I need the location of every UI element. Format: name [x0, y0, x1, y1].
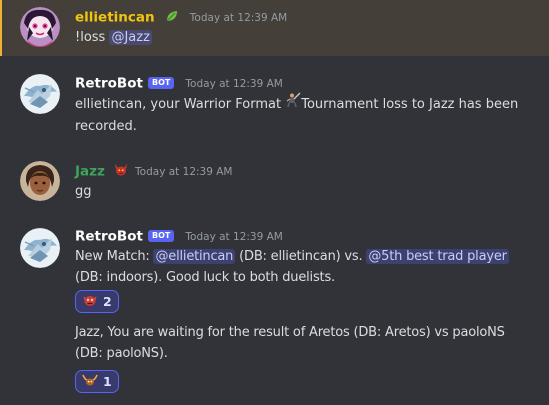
- message-text-part: (DB: indoors). Good luck to both duelist…: [75, 270, 335, 285]
- avatar-retrobot-image: [20, 74, 60, 114]
- message-text-prefix: !loss: [75, 30, 106, 45]
- message-header: RetroBot BOT Today at 12:39 AM: [75, 225, 541, 247]
- message-ellietincan[interactable]: ellietincan Today at 12:39 AM !loss @Jaz…: [0, 0, 549, 56]
- mention-ellietincan[interactable]: @ellietincan: [153, 249, 236, 264]
- timestamp: Today at 12:39 AM: [189, 11, 288, 24]
- reaction-count: 2: [103, 294, 112, 309]
- timestamp: Today at 12:39 AM: [185, 230, 283, 243]
- username-jazz[interactable]: Jazz: [75, 164, 105, 180]
- username-ellietincan[interactable]: ellietincan: [75, 10, 155, 26]
- avatar-retrobot-image: [20, 228, 60, 268]
- message-retrobot-continuation[interactable]: Jazz, You are waiting for the result of …: [0, 322, 549, 400]
- avatar-jazz[interactable]: [20, 161, 60, 201]
- reaction-button[interactable]: 1: [75, 370, 119, 393]
- username-retrobot[interactable]: RetroBot: [75, 76, 143, 92]
- horned-creature-emoji: [82, 372, 98, 392]
- message-text-part: recorded.: [75, 119, 137, 134]
- timestamp: Today at 12:39 AM: [135, 165, 233, 178]
- message-text-part: Jazz, You are waiting for the result of …: [75, 325, 505, 340]
- leaf-icon: [165, 7, 179, 29]
- message-text-part: (DB: ellietincan) vs.: [239, 249, 363, 264]
- red-creature-icon: [113, 161, 129, 183]
- chat-log: ellietincan Today at 12:39 AM !loss @Jaz…: [0, 0, 549, 405]
- message-text: Jazz, You are waiting for the result of …: [75, 322, 541, 364]
- avatar-ellietincan-image: [20, 7, 60, 47]
- message-header: RetroBot BOT Today at 12:39 AM: [75, 72, 541, 94]
- avatar-retrobot[interactable]: [20, 74, 60, 114]
- message-retrobot-2[interactable]: RetroBot BOT Today at 12:39 AM New Match:…: [0, 220, 549, 320]
- red-monster-emoji: [82, 292, 98, 312]
- message-text: gg: [75, 184, 92, 199]
- message-text-part: New Match:: [75, 249, 150, 264]
- message-text-part: Tournament loss to Jazz has been: [301, 97, 519, 112]
- message-header: ellietincan Today at 12:39 AM: [75, 6, 541, 28]
- mention-5th-best-trad-player[interactable]: @5th best trad player: [366, 249, 509, 264]
- username-retrobot[interactable]: RetroBot: [75, 229, 143, 245]
- bot-tag: BOT: [147, 76, 175, 89]
- message-retrobot-1[interactable]: RetroBot BOT Today at 12:39 AM ellietinca…: [0, 66, 549, 146]
- message-text: ellietincan, your Warrior Format Tournam…: [75, 92, 541, 137]
- reaction-count: 1: [103, 374, 112, 389]
- message-text-part: ellietincan, your Warrior Format: [75, 97, 282, 112]
- timestamp: Today at 12:39 AM: [185, 77, 283, 90]
- avatar-ellietincan[interactable]: [20, 7, 60, 47]
- message-jazz[interactable]: Jazz Today at 12:39 AM gg: [0, 154, 549, 206]
- bot-tag: BOT: [147, 229, 175, 242]
- message-text-part: (DB: paoloNS).: [75, 346, 168, 361]
- message-header: Jazz Today at 12:39 AM: [75, 160, 541, 182]
- avatar-jazz-image: [20, 161, 60, 201]
- mention-jazz[interactable]: @Jazz: [109, 30, 152, 45]
- reaction-button[interactable]: 2: [75, 290, 119, 313]
- message-text: !loss @Jazz: [75, 27, 541, 48]
- avatar-retrobot[interactable]: [20, 228, 60, 268]
- message-text: New Match: @ellietincan (DB: ellietincan…: [75, 246, 541, 288]
- warrior-icon: [285, 92, 301, 115]
